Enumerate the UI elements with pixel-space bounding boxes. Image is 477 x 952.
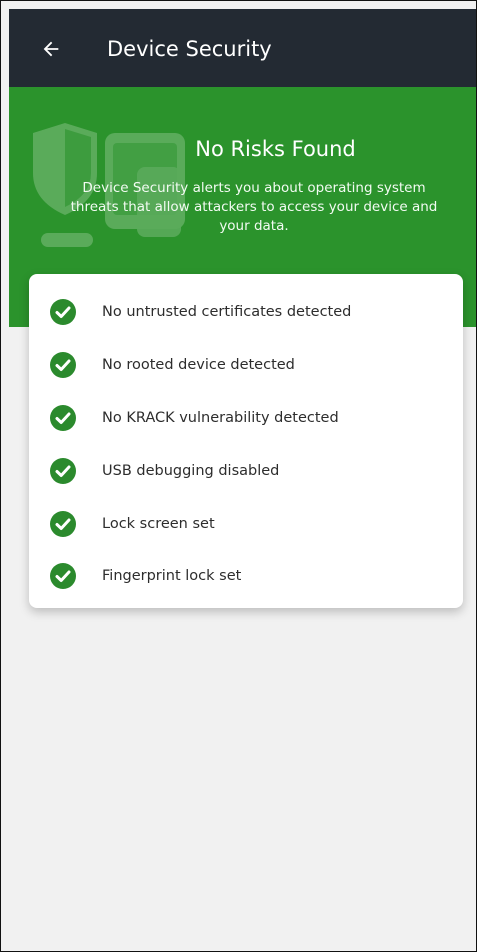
arrow-left-icon [43,41,59,57]
check-label: No untrusted certificates detected [102,304,352,320]
page-title: Device Security [107,37,272,61]
check-label: USB debugging disabled [102,463,280,479]
check-circle-icon [50,511,76,537]
check-circle-icon [50,458,76,484]
check-circle-icon [50,563,76,589]
back-button[interactable] [33,31,69,67]
list-item: No rooted device detected [29,345,463,385]
status-description: Device Security alerts you about operati… [70,180,438,234]
app-bar: Device Security [9,9,476,87]
check-label: Fingerprint lock set [102,568,242,584]
check-label: Lock screen set [102,516,215,532]
list-item: USB debugging disabled [29,451,463,491]
list-item: Fingerprint lock set [29,556,463,596]
list-item: No untrusted certificates detected [29,292,463,332]
check-circle-icon [50,405,76,431]
screen-frame: Device Security No Risks Found Device Se… [0,0,477,952]
list-item: Lock screen set [29,504,463,544]
list-item: No KRACK vulnerability detected [29,398,463,438]
status-heading: No Risks Found [195,137,356,161]
security-checks-card: No untrusted certificates detected No ro… [29,274,463,608]
check-circle-icon [50,352,76,378]
check-label: No KRACK vulnerability detected [102,410,339,426]
check-label: No rooted device detected [102,357,295,373]
check-circle-icon [50,299,76,325]
